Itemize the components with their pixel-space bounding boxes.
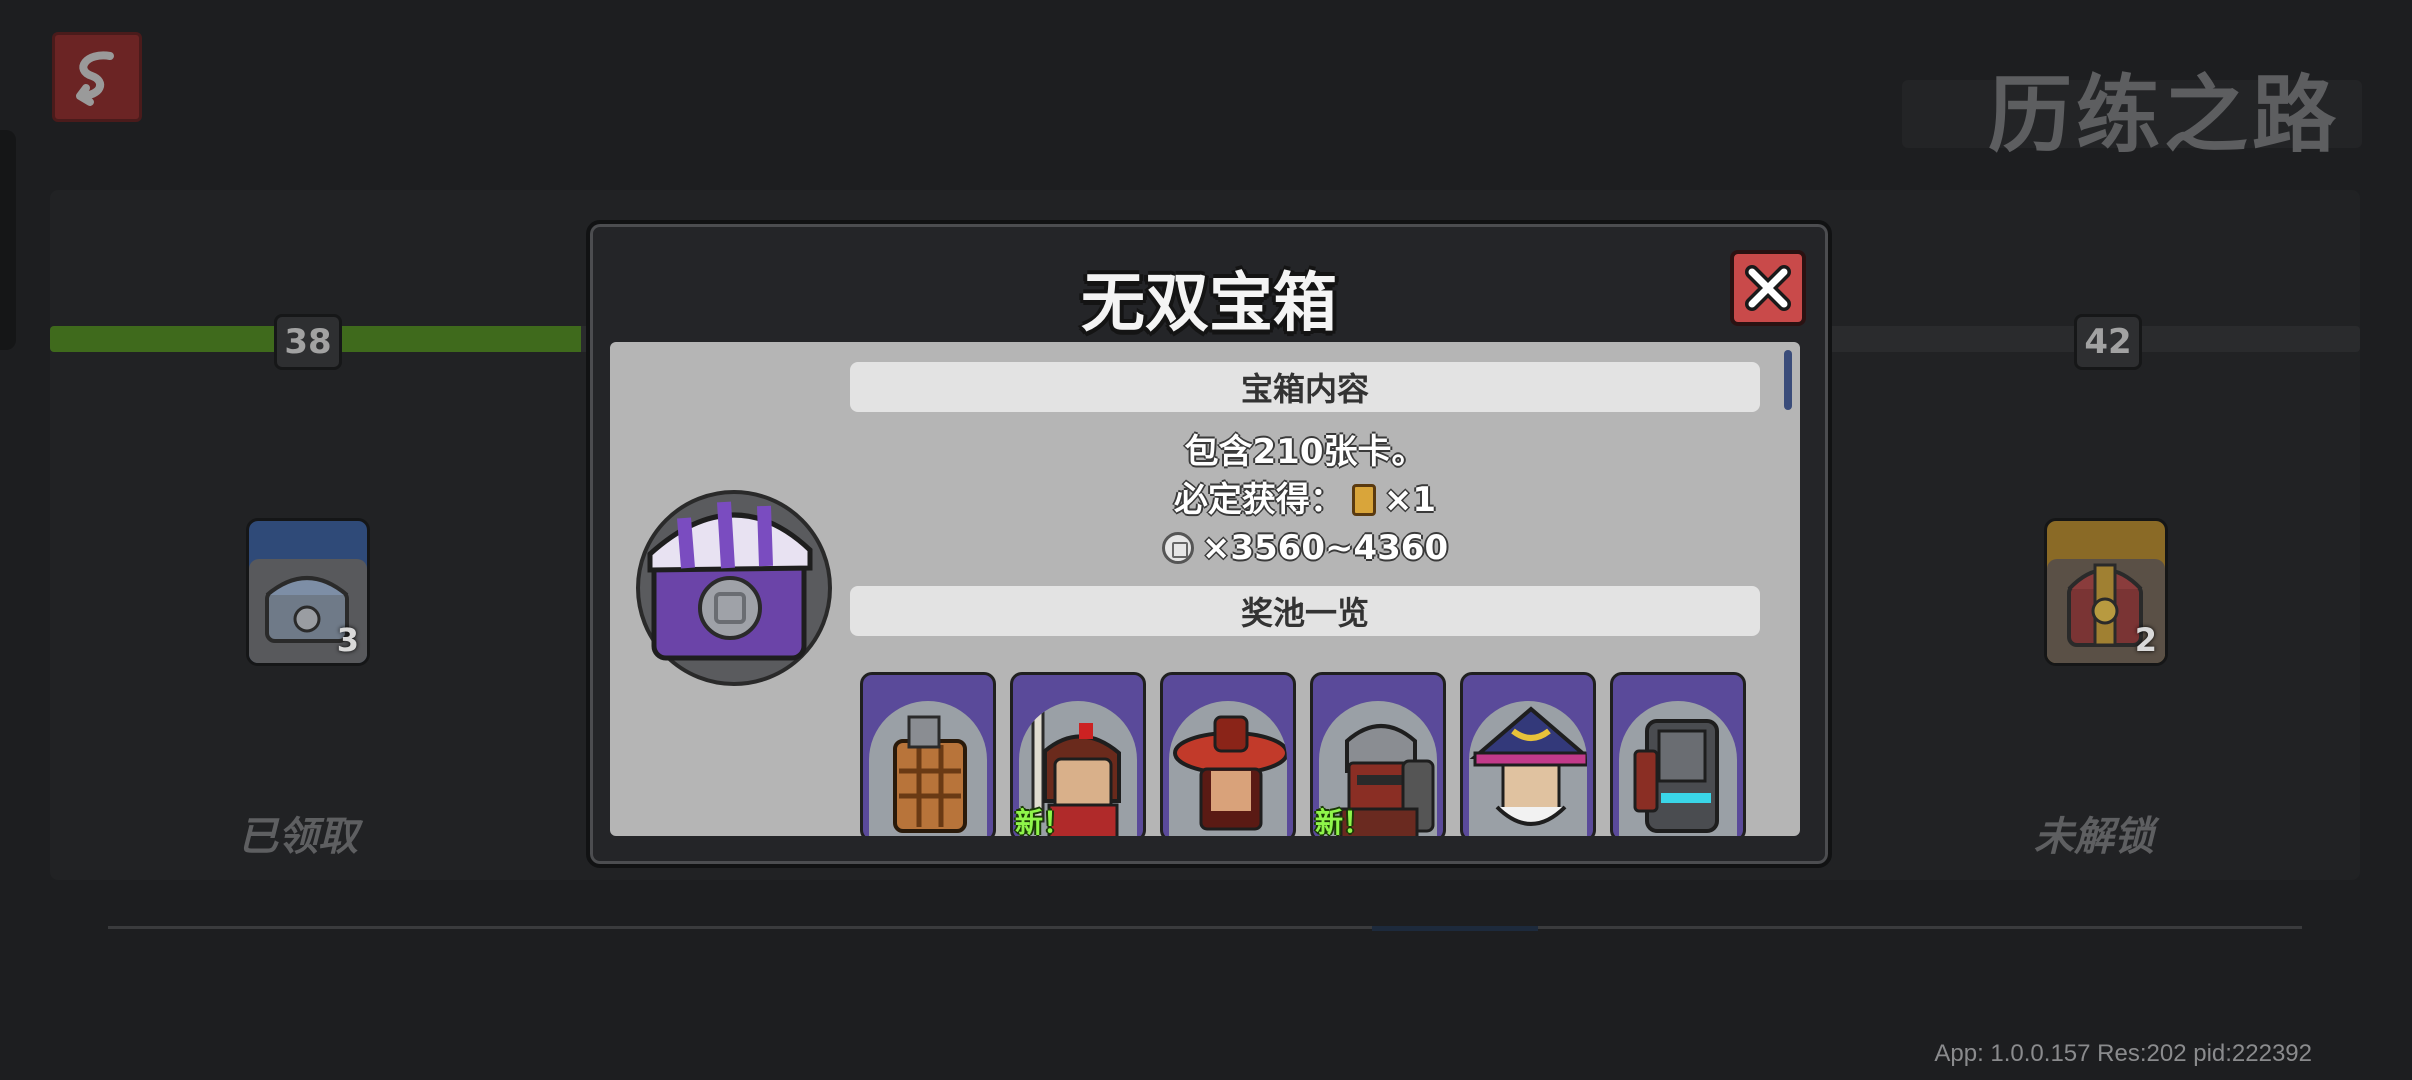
card-count-line: 包含210张卡。 [850,428,1760,476]
side-drawer-tab[interactable] [0,130,16,350]
page-scroll-track [108,926,2302,929]
dialog-header: 无双宝箱 [590,224,1828,342]
contents-header: 宝箱内容 [850,362,1760,412]
purple-chest-icon [636,490,832,686]
chest-count-left: 3 [336,621,359,659]
pool-header: 奖池一览 [850,586,1760,636]
page-scroll-indicator [1372,926,1538,931]
card-crate-hero[interactable] [860,672,996,836]
page-title: 历练之路 [1987,66,2340,164]
card-swordsman-hero[interactable]: 新！ [1010,672,1146,836]
card-count-text: 包含210张卡。 [1184,432,1426,472]
card-wizard-hero[interactable] [1460,672,1596,836]
chest-slot-left[interactable]: 3 [246,518,370,666]
chest-info: 宝箱内容 包含210张卡。 必定获得： ×1 ×3560~4360 奖池一览 [850,362,1760,636]
chest-slot-right[interactable]: 2 [2044,518,2168,666]
back-button[interactable] [52,32,142,122]
coin-icon [1161,532,1194,564]
level-badge-right: 42 [2074,314,2142,370]
guaranteed-line: 必定获得： ×1 [850,476,1760,524]
crate-hero-portrait [893,715,967,833]
dialog-scrollbar[interactable] [1784,350,1792,410]
gold-card-icon [1351,484,1376,516]
close-button[interactable] [1730,250,1806,326]
status-locked: 未解锁 [2034,814,2154,860]
new-tag: 新！ [1015,806,1072,836]
coin-line: ×3560~4360 [850,524,1760,572]
level-badge-left: 38 [274,314,342,370]
chest-detail-dialog: 无双宝箱 宝箱内容 包含210张卡。 必定获得： ×1 ×3560~4360 奖… [586,220,1832,868]
reward-pool-cards: 新！ 新！ [860,672,1760,836]
version-info: App: 1.0.0.157 Res:202 pid:222392 [1934,1040,2312,1067]
close-icon [1745,265,1791,311]
dialog-title: 无双宝箱 [1081,267,1337,341]
wizard-hero-portrait [1469,706,1587,826]
coin-range: ×3560~4360 [1201,528,1449,568]
robot-hero-portrait [1633,719,1719,833]
guaranteed-card-qty: ×1 [1383,480,1437,520]
card-robot-hero[interactable] [1610,672,1746,836]
red-hat-hero-portrait [1173,715,1287,831]
card-red-hat-hero[interactable] [1160,672,1296,836]
guaranteed-label: 必定获得： [1173,480,1344,520]
back-arrow-icon [76,51,114,106]
chest-count-right: 2 [2134,621,2157,659]
new-tag: 新！ [1315,806,1372,836]
status-claimed: 已领取 [238,814,358,860]
dialog-body[interactable]: 宝箱内容 包含210张卡。 必定获得： ×1 ×3560~4360 奖池一览 新… [610,342,1800,836]
card-armored-hero[interactable]: 新！ [1310,672,1446,836]
